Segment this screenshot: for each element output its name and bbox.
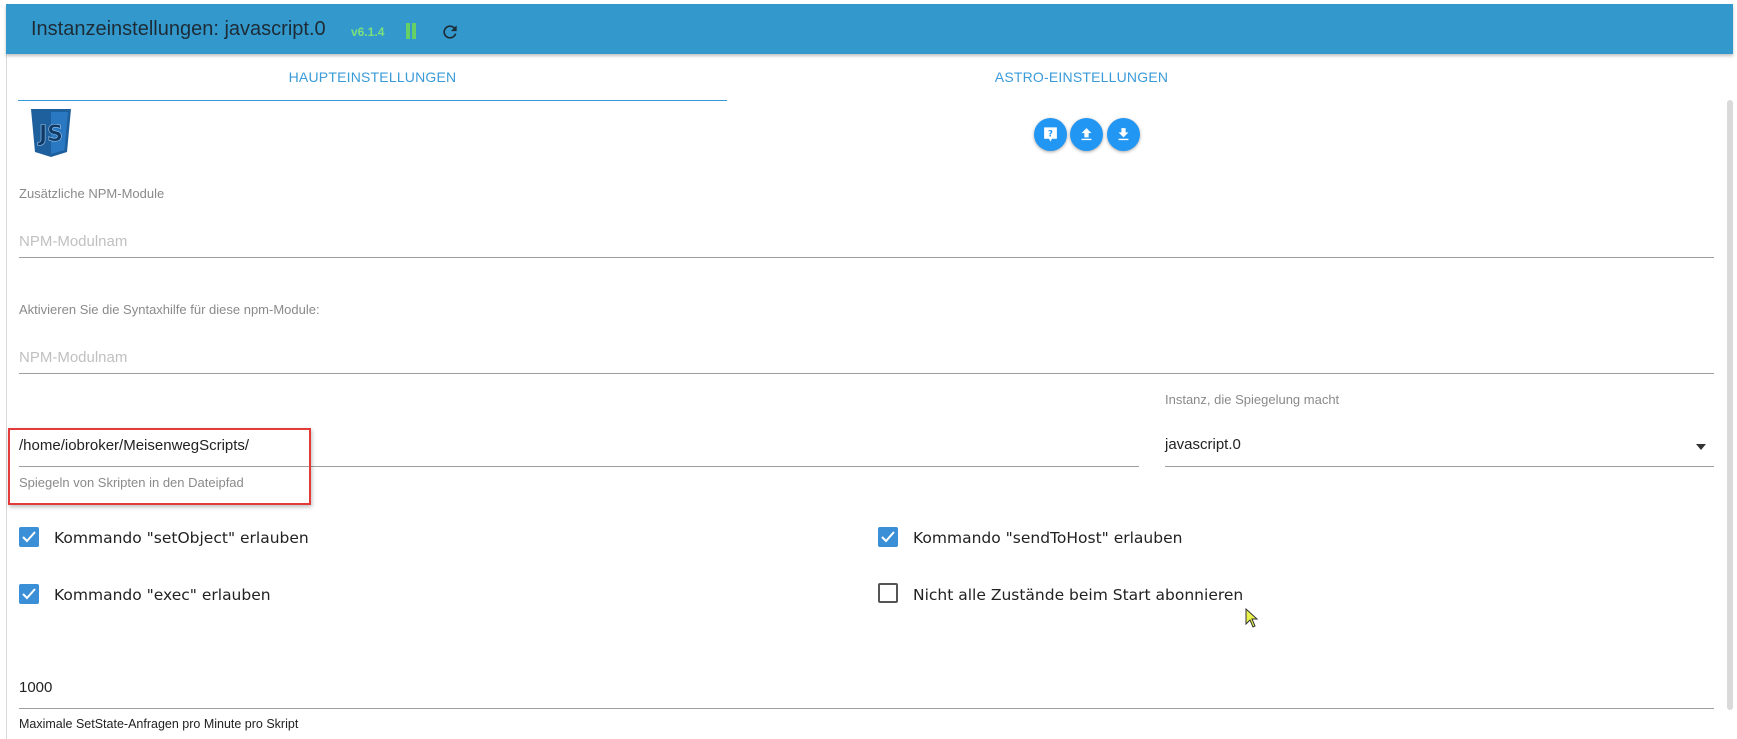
check-icon <box>22 588 36 600</box>
setobject-checkbox[interactable] <box>19 527 39 547</box>
dialog-header: Instanzeinstellungen: javascript.0 v6.1.… <box>6 4 1733 54</box>
vertical-scrollbar[interactable] <box>1727 100 1733 710</box>
upload-icon <box>1081 128 1092 141</box>
max-setstate-input[interactable] <box>19 672 1714 702</box>
javascript-logo-icon: JS <box>29 108 73 158</box>
check-icon <box>22 531 36 543</box>
mirror-instance-value: javascript.0 <box>1165 436 1241 453</box>
help-icon: ? <box>1044 127 1057 142</box>
highlight-box <box>8 428 311 505</box>
download-icon <box>1118 128 1129 141</box>
sendtohost-label: Kommando "sendToHost" erlauben <box>913 529 1183 547</box>
svg-text:?: ? <box>1048 130 1053 140</box>
chevron-down-icon <box>1696 444 1706 450</box>
mirror-instance-select[interactable]: javascript.0 <box>1165 430 1714 467</box>
tab-main-settings[interactable]: HAUPTEINSTELLUNGEN <box>18 54 727 101</box>
exec-label: Kommando "exec" erlauben <box>54 586 271 604</box>
reload-icon[interactable] <box>440 22 460 42</box>
no-subscribe-checkbox[interactable] <box>878 583 898 603</box>
max-setstate-field[interactable] <box>19 672 1714 709</box>
tab-astro-settings[interactable]: ASTRO-EINSTELLUNGEN <box>727 54 1436 100</box>
setobject-label: Kommando "setObject" erlauben <box>54 529 309 547</box>
check-icon <box>881 531 895 543</box>
content-border <box>6 54 7 739</box>
logo-text: JS <box>37 122 63 147</box>
no-subscribe-label: Nicht alle Zustände beim Start abonniere… <box>913 586 1244 604</box>
npm-modules-field[interactable] <box>19 227 1714 258</box>
npm-modules-input[interactable] <box>19 227 1714 255</box>
syntax-help-field[interactable] <box>19 343 1714 374</box>
npm-modules-label: Zusätzliche NPM-Module <box>19 186 165 201</box>
exec-checkbox[interactable] <box>19 584 39 604</box>
dialog-title: Instanzeinstellungen: javascript.0 <box>31 18 326 40</box>
pause-icon[interactable] <box>404 23 418 39</box>
download-button[interactable] <box>1107 118 1140 151</box>
version-badge: v6.1.4 <box>351 25 385 39</box>
syntax-help-input[interactable] <box>19 343 1714 371</box>
max-setstate-helper: Maximale SetState-Anfragen pro Minute pr… <box>19 717 299 731</box>
sendtohost-checkbox[interactable] <box>878 527 898 547</box>
help-button[interactable]: ? <box>1034 118 1067 151</box>
upload-button[interactable] <box>1070 118 1103 151</box>
syntax-help-label: Aktivieren Sie die Syntaxhilfe für diese… <box>19 302 320 317</box>
mouse-cursor-icon <box>1245 607 1259 633</box>
mirror-instance-label: Instanz, die Spiegelung macht <box>1165 392 1340 407</box>
